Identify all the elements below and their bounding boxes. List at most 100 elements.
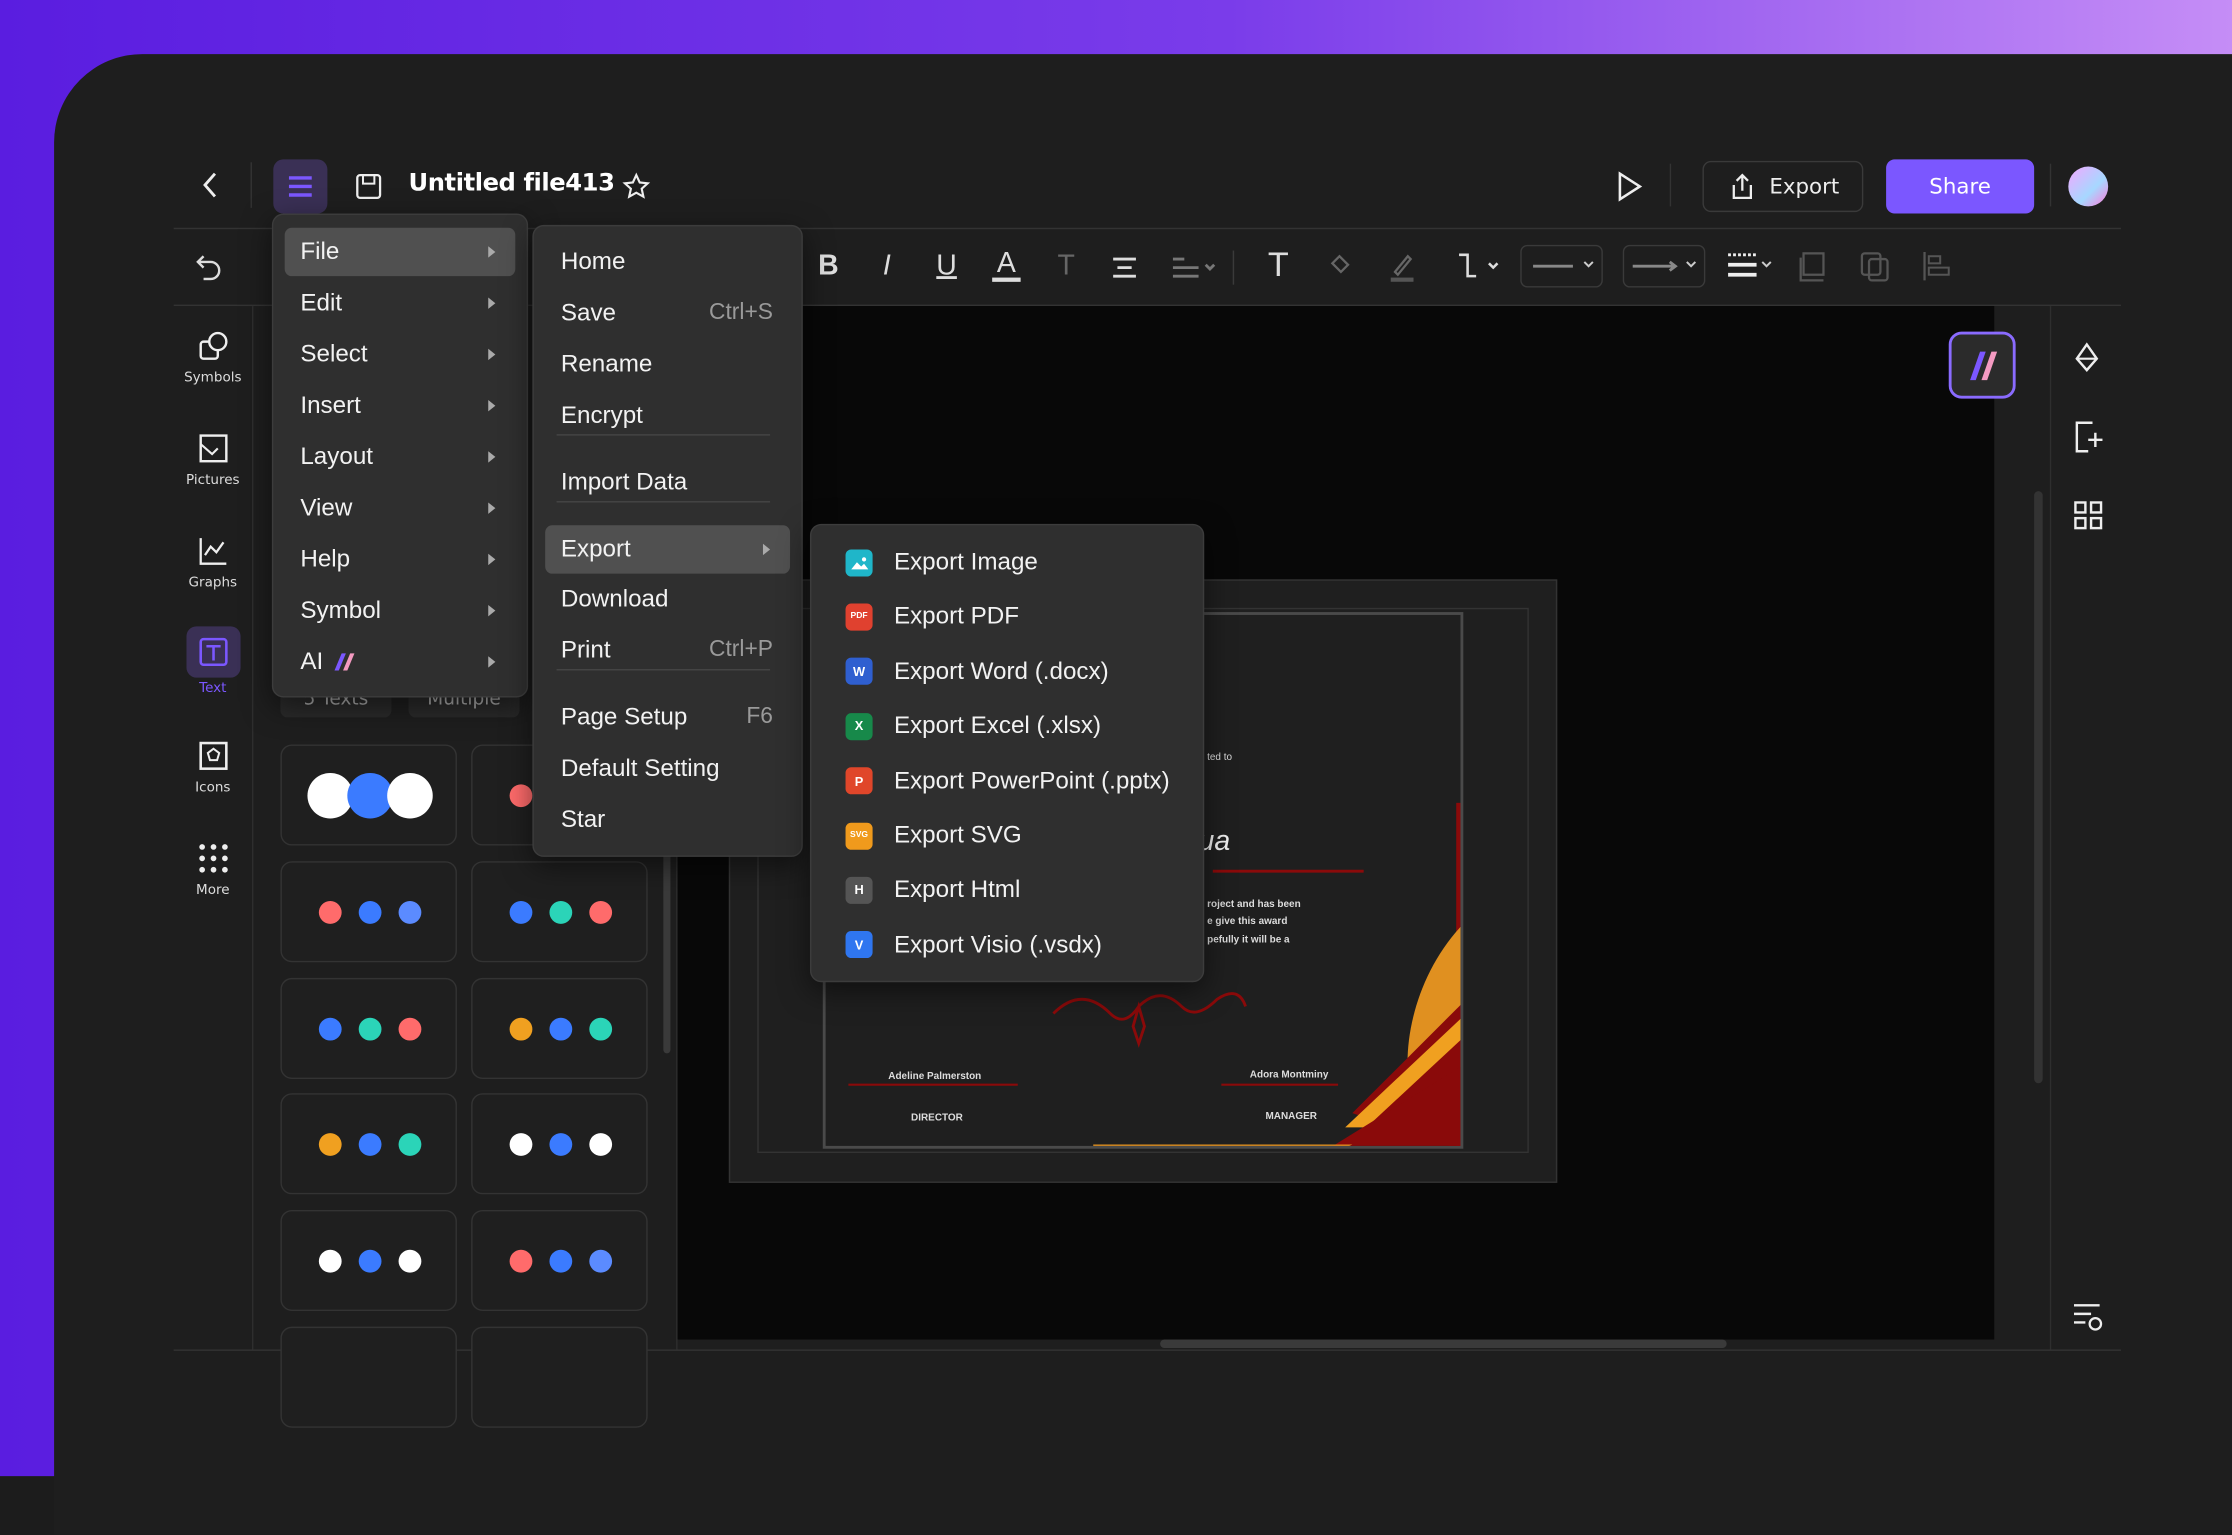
rail-more[interactable]: More <box>174 843 252 898</box>
rail-symbols[interactable]: Symbols <box>174 330 252 386</box>
arrow-style-dropdown[interactable] <box>1622 244 1706 288</box>
align-icon[interactable] <box>1110 253 1138 281</box>
align-left-icon[interactable] <box>1922 251 1953 282</box>
menu-item-edit[interactable]: Edit <box>285 279 516 327</box>
menu-item-label: Download <box>560 585 669 613</box>
text-tool-icon[interactable]: T <box>1263 246 1294 284</box>
rail-pictures[interactable]: Pictures <box>174 433 252 488</box>
menu-item-select[interactable]: Select <box>285 330 516 378</box>
template-card[interactable] <box>280 1093 457 1195</box>
rail-text[interactable]: Text <box>174 626 252 696</box>
undo-icon[interactable] <box>194 251 225 282</box>
file-menu-item-export[interactable]: Export <box>545 525 791 574</box>
menu-item-help[interactable]: Help <box>285 535 516 583</box>
settings-list-icon[interactable] <box>2071 1300 2105 1334</box>
share-button[interactable]: Share <box>1886 159 2035 214</box>
template-card[interactable] <box>280 861 457 963</box>
file-type-icon: W <box>845 658 873 686</box>
rail-icons[interactable]: Icons <box>174 740 252 796</box>
file-type-icon: P <box>845 767 873 795</box>
text-icon <box>185 626 240 678</box>
save-icon[interactable] <box>353 171 384 202</box>
horizontal-scrollbar[interactable] <box>1160 1339 1727 1349</box>
export-menu-item[interactable]: Export Image <box>811 537 1202 588</box>
bring-front-icon[interactable] <box>1798 251 1829 282</box>
export-button[interactable]: Export <box>1702 160 1864 213</box>
italic-icon[interactable]: I <box>873 250 901 282</box>
document-title[interactable]: Untitled file413 <box>409 169 615 197</box>
file-menu-item-print[interactable]: Print Ctrl+P <box>545 626 790 674</box>
signature-role: DIRECTOR <box>911 1113 963 1124</box>
certificate-body-line: roject and has been <box>1207 899 1301 910</box>
menu-item-insert[interactable]: Insert <box>285 381 516 429</box>
export-menu-item[interactable]: X Export Excel (.xlsx) <box>811 701 1202 752</box>
file-menu-item-star[interactable]: Star <box>545 796 790 844</box>
file-menu-item-home[interactable]: Home <box>545 238 790 286</box>
picture-icon <box>197 433 228 464</box>
icons-icon <box>197 740 228 771</box>
template-card[interactable] <box>471 977 648 1079</box>
export-menu-item[interactable]: P Export PowerPoint (.pptx) <box>811 755 1202 806</box>
chevron-right-icon <box>488 246 496 258</box>
star-icon[interactable] <box>621 171 652 202</box>
back-icon[interactable] <box>195 169 223 200</box>
avatar[interactable] <box>2068 166 2109 207</box>
export-menu-item[interactable]: PDF Export PDF <box>811 591 1202 642</box>
send-back-icon[interactable] <box>1859 251 1890 282</box>
vertical-scrollbar[interactable] <box>2034 491 2043 1084</box>
symbols-icon <box>197 330 228 361</box>
export-menu-item[interactable]: SVG Export SVG <box>811 810 1202 861</box>
divider <box>2049 163 2052 207</box>
style-fill-icon[interactable] <box>2071 340 2105 377</box>
file-menu-item-save[interactable]: Save Ctrl+S <box>545 289 790 337</box>
grid-icon[interactable] <box>2071 497 2105 534</box>
file-type-icon: V <box>845 931 873 959</box>
file-menu-item-import-data[interactable]: Import Data <box>545 458 790 506</box>
bold-icon[interactable]: B <box>814 250 842 282</box>
template-card[interactable] <box>280 1209 457 1312</box>
font-color-icon[interactable]: A <box>992 248 1021 282</box>
menu-item-label: Import Data <box>560 468 688 496</box>
menu-item-label: Layout <box>300 442 374 470</box>
template-card[interactable] <box>280 977 457 1079</box>
template-card[interactable] <box>471 1326 648 1428</box>
export-menu-item[interactable]: V Export Visio (.vsdx) <box>811 919 1202 970</box>
export-menu-item[interactable]: W Export Word (.docx) <box>811 646 1202 697</box>
line-spacing-icon[interactable] <box>1170 253 1218 281</box>
menu-item-layout[interactable]: Layout <box>285 433 516 481</box>
graph-icon <box>197 535 228 566</box>
export-menu-item[interactable]: H Export Html <box>811 865 1202 916</box>
line-weight-icon[interactable] <box>1725 249 1776 283</box>
file-type-icon <box>845 548 873 576</box>
menu-item-symbol[interactable]: Symbol <box>285 586 516 634</box>
strikethrough-icon[interactable]: T <box>1052 250 1080 282</box>
menu-item-label: Help <box>300 545 351 573</box>
line-style-dropdown[interactable] <box>1520 244 1603 288</box>
pen-color-icon[interactable] <box>1386 249 1417 283</box>
menu-item-ai[interactable]: AI <box>285 638 516 686</box>
template-card[interactable] <box>471 1209 648 1312</box>
menu-item-file[interactable]: File <box>284 227 516 277</box>
file-menu-item-encrypt[interactable]: Encrypt <box>545 391 790 439</box>
play-icon[interactable] <box>1614 169 1645 203</box>
menu-item-label: Select <box>300 340 368 368</box>
shortcut-label: Ctrl+S <box>709 300 773 325</box>
file-menu-item-download[interactable]: Download <box>545 575 790 623</box>
underline-icon[interactable]: U <box>932 250 960 282</box>
menu-item-view[interactable]: View <box>285 484 516 532</box>
ai-assistant-icon[interactable] <box>1948 331 2016 399</box>
fill-icon[interactable] <box>1325 251 1353 279</box>
connector-icon[interactable] <box>1455 251 1503 282</box>
template-card[interactable] <box>280 1326 457 1428</box>
template-card[interactable] <box>471 861 648 963</box>
template-card[interactable] <box>280 744 457 846</box>
file-menu-item-page-setup[interactable]: Page Setup F6 <box>545 693 790 741</box>
menu-item-label: Print <box>560 636 611 664</box>
rail-graphs[interactable]: Graphs <box>174 535 252 591</box>
template-card[interactable] <box>471 1093 648 1195</box>
file-menu-item-default-setting[interactable]: Default Setting <box>545 744 790 792</box>
certificate-body-line: pefully it will be a <box>1207 935 1290 946</box>
page-add-icon[interactable] <box>2071 419 2105 456</box>
file-menu-item-rename[interactable]: Rename <box>545 340 790 388</box>
menu-icon[interactable] <box>273 159 328 214</box>
